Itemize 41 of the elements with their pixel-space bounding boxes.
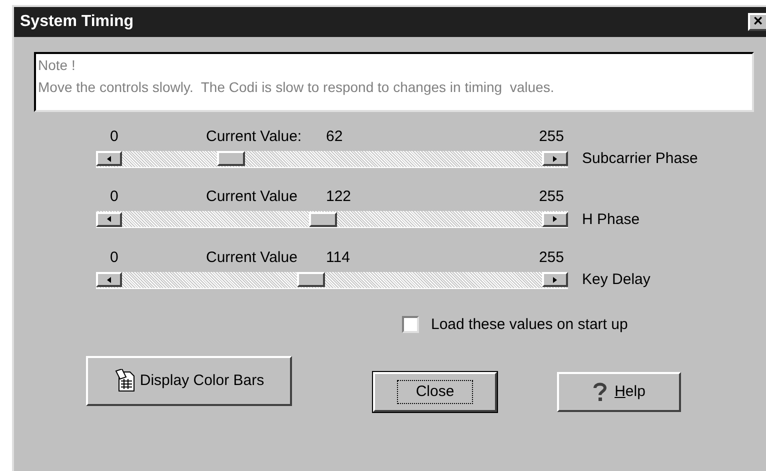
max-label: 255 [538,126,565,146]
current-value: 122 [326,187,352,207]
right-arrow-icon [553,156,557,162]
close-button[interactable]: × [748,13,766,31]
current-value-label: Current Value [206,187,298,207]
left-arrow-icon [107,276,111,283]
slider-name: Subcarrier Phase [582,149,698,169]
display-color-bars-button[interactable]: Display Color Bars [86,356,292,406]
scroll-right-button[interactable] [542,151,568,166]
current-value-label: Current Value [206,248,298,268]
current-value: 114 [326,248,351,268]
document-icon [114,369,136,393]
checkbox[interactable] [402,316,419,334]
min-label: 0 [109,248,120,268]
window-title: System Timing [20,12,134,32]
scroll-right-button[interactable] [542,212,568,227]
left-arrow-icon [107,156,111,162]
min-label: 0 [109,126,120,146]
slider-name: H Phase [582,210,640,230]
note-text: Note ! [38,56,76,75]
help-button[interactable]: Help [557,372,681,412]
max-label: 255 [538,248,565,268]
note-text: Move the controls slowly. The Codi is slow to respond to changes in timing values. [38,78,556,97]
left-arrow-icon [107,216,111,222]
checkbox-label: Load these values on start up [431,314,628,334]
right-arrow-icon [553,276,557,283]
scroll-left-button[interactable] [96,272,122,288]
right-arrow-icon [553,216,557,222]
max-label: 255 [538,187,565,207]
scroll-left-button[interactable] [96,151,122,166]
slider-thumb[interactable] [297,272,326,288]
slider-name: Key Delay [582,270,650,290]
close-button[interactable]: Close [373,372,497,412]
scroll-right-button[interactable] [542,272,568,288]
slider-thumb[interactable] [217,151,246,166]
min-label: 0 [109,187,120,207]
slider-thumb[interactable] [309,212,338,227]
current-value-label: Current Value: [206,126,303,146]
current-value: 62 [326,126,344,146]
question-mark-icon [592,382,607,402]
scroll-left-button[interactable] [96,212,122,227]
